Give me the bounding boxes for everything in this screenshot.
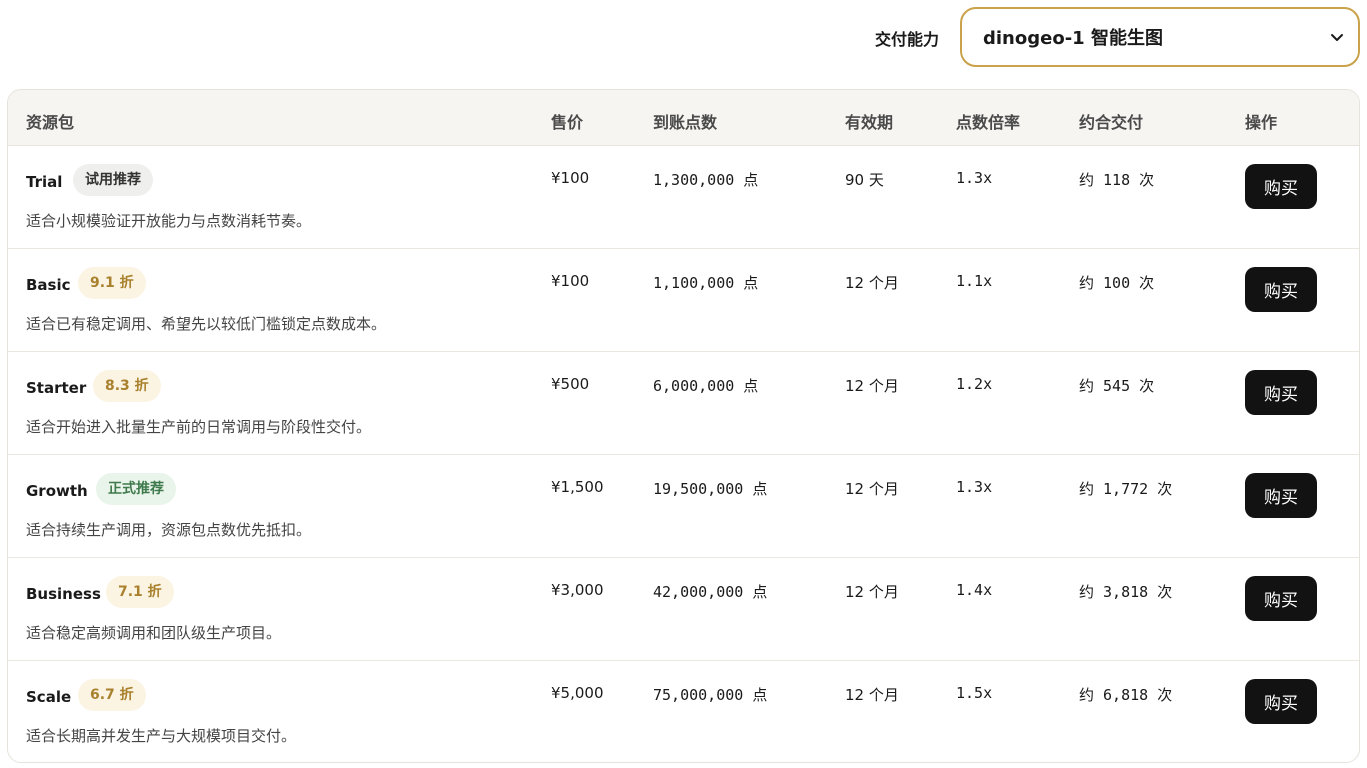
buy-button[interactable]: 购买: [1245, 679, 1317, 724]
price-cell: ¥100: [551, 169, 590, 187]
price-cell: ¥100: [551, 272, 590, 290]
package-badge: 试用推荐: [73, 164, 153, 196]
package-badge: 7.1 折: [106, 576, 174, 608]
rate-cell: 1.1x: [956, 272, 993, 290]
points-cell: 19,500,000 点: [653, 480, 768, 498]
rate-cell: 1.3x: [956, 478, 993, 496]
header-points: 到账点数: [653, 113, 718, 132]
points-cell: 75,000,000 点: [653, 686, 768, 704]
table-header: 资源包 售价 到账点数 有效期 点数倍率 约合交付 操作: [8, 90, 1359, 146]
validity-cell: 12 个月: [845, 480, 899, 498]
capability-label: 交付能力: [875, 30, 940, 49]
package-description: 适合开始进入批量生产前的日常调用与阶段性交付。: [26, 418, 372, 436]
delivery-cell: 约 118 次: [1079, 171, 1155, 189]
points-cell: 1,300,000 点: [653, 171, 759, 189]
package-badge: 正式推荐: [96, 473, 176, 505]
points-cell: 6,000,000 点: [653, 377, 759, 395]
buy-button[interactable]: 购买: [1245, 267, 1317, 312]
price-cell: ¥500: [551, 375, 590, 393]
package-description: 适合小规模验证开放能力与点数消耗节奏。: [26, 212, 312, 230]
package-description: 适合已有稳定调用、希望先以较低门槛锁定点数成本。: [26, 315, 387, 333]
package-name: Scale: [26, 688, 72, 706]
rate-cell: 1.4x: [956, 581, 993, 599]
package-description: 适合稳定高频调用和团队级生产项目。: [26, 624, 282, 642]
table-row: Growth 正式推荐适合持续生产调用，资源包点数优先抵扣。 ¥1,500 19,50…: [8, 455, 1359, 558]
table-row: Starter 8.3 折适合开始进入批量生产前的日常调用与阶段性交付。 ¥500 6…: [8, 352, 1359, 455]
delivery-cell: 约 100 次: [1079, 274, 1155, 292]
delivery-cell: 约 3,818 次: [1079, 583, 1173, 601]
rate-cell: 1.5x: [956, 684, 993, 702]
package-name: Starter: [26, 379, 87, 397]
buy-button[interactable]: 购买: [1245, 370, 1317, 415]
points-cell: 42,000,000 点: [653, 583, 768, 601]
rate-cell: 1.3x: [956, 169, 993, 187]
validity-cell: 90 天: [845, 171, 884, 189]
header-rate: 点数倍率: [956, 113, 1021, 132]
points-cell: 1,100,000 点: [653, 274, 759, 292]
validity-cell: 12 个月: [845, 274, 899, 292]
package-name: Business: [26, 585, 101, 603]
chevron-down-icon: [1331, 34, 1343, 41]
price-cell: ¥5,000: [551, 684, 604, 702]
header-price: 售价: [551, 113, 584, 132]
package-name: Trial: [26, 173, 63, 191]
package-description: 适合长期高并发生产与大规模项目交付。: [26, 727, 297, 745]
buy-button[interactable]: 购买: [1245, 473, 1317, 518]
capability-select[interactable]: dinogeo-1 智能生图: [960, 7, 1360, 67]
package-description: 适合持续生产调用，资源包点数优先抵扣。: [26, 521, 312, 539]
validity-cell: 12 个月: [845, 686, 899, 704]
package-table: 资源包 售价 到账点数 有效期 点数倍率 约合交付 操作 Trial 试用推荐适合…: [7, 89, 1360, 763]
table-row: Business 7.1 折适合稳定高频调用和团队级生产项目。 ¥3,000 42,0…: [8, 558, 1359, 661]
package-badge: 9.1 折: [78, 267, 146, 299]
package-name: Growth: [26, 482, 88, 500]
price-cell: ¥3,000: [551, 581, 604, 599]
top-bar: 交付能力 dinogeo-1 智能生图: [0, 0, 1367, 76]
package-name: Basic: [26, 276, 71, 294]
table-row: Scale 6.7 折适合长期高并发生产与大规模项目交付。 ¥5,000 75,000…: [8, 661, 1359, 762]
validity-cell: 12 个月: [845, 583, 899, 601]
header-action: 操作: [1245, 113, 1278, 132]
header-validity: 有效期: [845, 113, 894, 132]
buy-button[interactable]: 购买: [1245, 164, 1317, 209]
rate-cell: 1.2x: [956, 375, 993, 393]
header-delivery: 约合交付: [1079, 113, 1144, 132]
delivery-cell: 约 545 次: [1079, 377, 1155, 395]
table-row: Basic 9.1 折适合已有稳定调用、希望先以较低门槛锁定点数成本。 ¥100 1,…: [8, 249, 1359, 352]
price-cell: ¥1,500: [551, 478, 604, 496]
validity-cell: 12 个月: [845, 377, 899, 395]
package-badge: 8.3 折: [93, 370, 161, 402]
header-package: 资源包: [26, 113, 75, 132]
package-badge: 6.7 折: [78, 679, 146, 711]
delivery-cell: 约 6,818 次: [1079, 686, 1173, 704]
capability-selected-value: dinogeo-1 智能生图: [983, 28, 1163, 49]
buy-button[interactable]: 购买: [1245, 576, 1317, 621]
delivery-cell: 约 1,772 次: [1079, 480, 1173, 498]
table-row: Trial 试用推荐适合小规模验证开放能力与点数消耗节奏。 ¥100 1,300,00…: [8, 146, 1359, 249]
